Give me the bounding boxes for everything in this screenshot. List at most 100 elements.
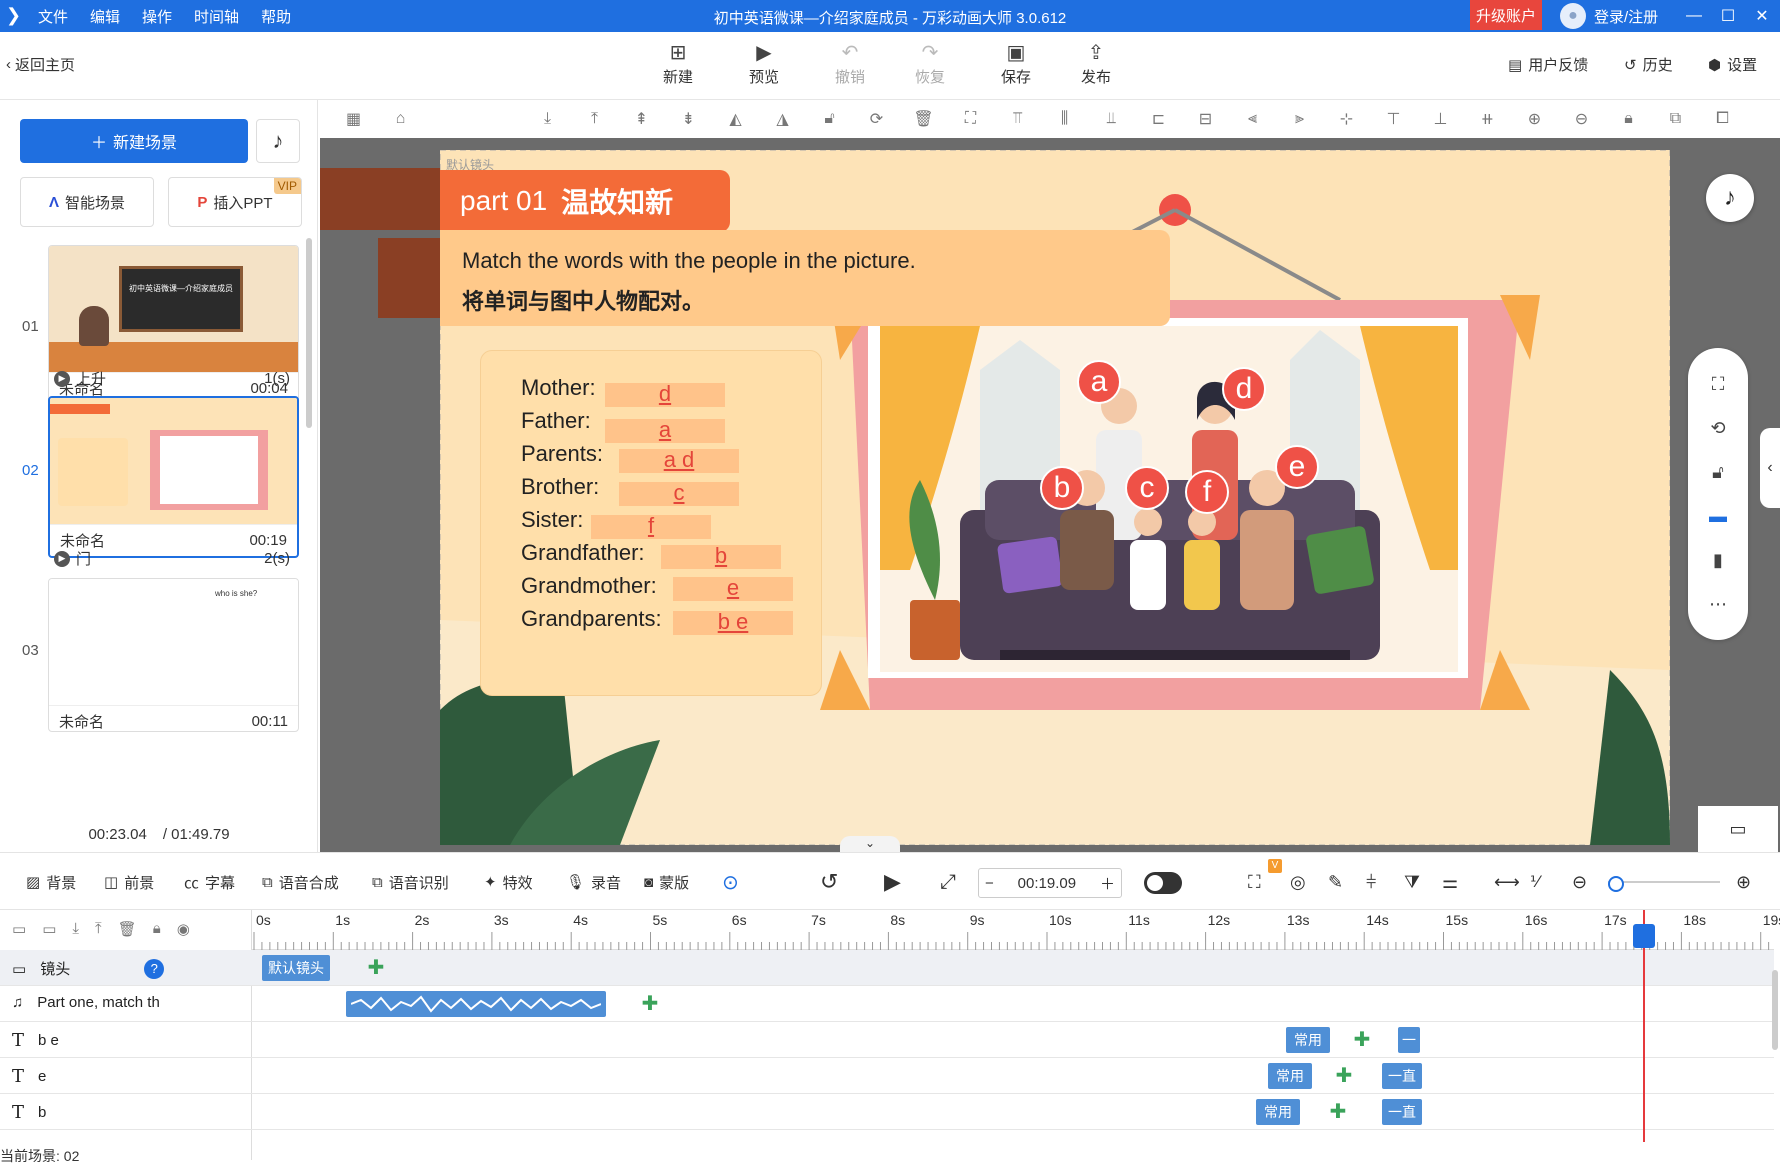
portrait-icon[interactable]: ▮ <box>1713 550 1723 571</box>
scene-card-03[interactable]: who is she? 未命名 00:11 <box>48 578 299 732</box>
redo-button[interactable]: ↷ 恢复 <box>900 40 960 87</box>
paste-icon[interactable]: ⧠ <box>1699 110 1746 128</box>
feedback-button[interactable]: ▤ 用户反馈 <box>1508 54 1588 75</box>
zoom-in-timeline-icon[interactable]: ⊕ <box>1736 853 1751 911</box>
save-button[interactable]: ▣ 保存 <box>986 40 1046 87</box>
lock-track-icon[interactable]: 🔒︎ <box>153 920 161 938</box>
decrease-time-icon[interactable]: − <box>985 875 994 892</box>
align-left2-icon[interactable]: ⫷ <box>1229 110 1276 128</box>
mask-button[interactable]: ◙ 蒙版 <box>644 853 689 911</box>
music-button[interactable]: ♪ <box>256 119 300 163</box>
align-right-icon[interactable]: ⫸ <box>1276 110 1323 128</box>
crop-icon[interactable]: ⛶ <box>947 110 994 128</box>
background-button[interactable]: ▨ 背景 <box>26 853 76 911</box>
bring-forward-icon[interactable]: ⇞ <box>618 109 665 129</box>
collapse-right-icon[interactable]: ‹ <box>1760 428 1780 508</box>
audio-clip[interactable] <box>346 991 606 1017</box>
tts-button[interactable]: ⧉ 语音合成 <box>262 853 339 911</box>
answer-box[interactable]: c <box>619 482 739 506</box>
menu-edit[interactable]: 编辑 <box>90 6 120 27</box>
rewind-icon[interactable]: ↺ <box>820 853 838 911</box>
undo-button[interactable]: ↶ 撤销 <box>820 40 880 87</box>
rotate-screen-icon[interactable]: ⟲ <box>1710 418 1725 439</box>
enter-clip[interactable]: 常用 <box>1268 1063 1312 1089</box>
split-icon[interactable]: ⫩ <box>1366 853 1376 911</box>
history-button[interactable]: ↺ 历史 <box>1624 54 1673 75</box>
time-ruler[interactable]: 0s 1s 2s 3s 4s 5s 6s 7s 8s 9s 10s 11s 12s 13s 14s 15s 16… <box>252 910 1780 950</box>
record-button[interactable]: 🎙︎ 录音 <box>566 853 621 911</box>
new-button[interactable]: ⊞ 新建 <box>648 40 708 87</box>
publish-button[interactable]: ⇪ 发布 <box>1066 40 1126 87</box>
marker-c[interactable]: c <box>1125 466 1169 510</box>
answer-box[interactable]: b <box>661 545 781 569</box>
delete-track-icon[interactable]: 🗑︎ <box>118 920 137 938</box>
answer-box[interactable]: a d <box>619 449 739 473</box>
layout-icon[interactable]: ▦ <box>330 109 377 129</box>
transition-item[interactable]: ▶ 门 2(s) <box>54 548 290 569</box>
menu-help[interactable]: 帮助 <box>261 6 291 27</box>
marker-e[interactable]: e <box>1275 445 1319 489</box>
answer-box[interactable]: d <box>605 383 725 407</box>
login-button[interactable]: ● 登录/注册 <box>1560 3 1658 29</box>
minimize-icon[interactable]: — <box>1682 4 1706 28</box>
move-up-icon[interactable]: ⤒ <box>571 110 618 128</box>
lock-icon[interactable]: 🔓︎ <box>806 110 853 128</box>
zoom-in-icon[interactable]: ⊕ <box>1511 109 1558 129</box>
help-icon[interactable]: ? <box>144 958 165 979</box>
move-up-track-icon[interactable]: ⤒ <box>95 920 102 938</box>
maximize-icon[interactable]: ☐ <box>1716 4 1740 28</box>
insert-ppt-button[interactable]: P 插入PPT VIP <box>168 177 302 227</box>
home-icon[interactable]: ⌂ <box>377 110 424 128</box>
rotate-icon[interactable]: ⟳ <box>853 109 900 129</box>
expand-panel-icon[interactable]: ⌄ <box>840 836 900 852</box>
fullscreen-icon[interactable]: ⤢ <box>940 853 956 911</box>
more-tools-icon[interactable]: ⊙ <box>722 853 739 911</box>
exit-clip[interactable]: 一 <box>1398 1027 1420 1053</box>
distribute-h-icon[interactable]: ⊟ <box>1182 109 1229 129</box>
copy-icon[interactable]: ⧉ <box>1652 110 1699 128</box>
exit-clip[interactable]: 一直 <box>1382 1063 1422 1089</box>
menu-operate[interactable]: 操作 <box>142 6 172 27</box>
camera-clip[interactable]: 默认镜头 <box>262 955 330 981</box>
adjust-icon[interactable]: ⚌ <box>1442 853 1458 911</box>
align-bottom-icon[interactable]: ⫫ <box>1088 110 1135 128</box>
close-icon[interactable]: ✕ <box>1750 4 1774 28</box>
fit-width-icon[interactable]: ⟷ <box>1494 853 1520 911</box>
send-backward-icon[interactable]: ⇟ <box>665 109 712 129</box>
track-audio[interactable]: ♫ Part one, match th ✚ <box>0 986 1774 1022</box>
one-to-one-icon[interactable]: ⅟ <box>1530 853 1539 911</box>
marker-f[interactable]: f <box>1185 470 1229 514</box>
scene-card-02[interactable]: 未命名 00:19 <box>48 396 299 558</box>
answer-box[interactable]: b e <box>673 611 793 635</box>
menu-timeline[interactable]: 时间轴 <box>194 6 239 27</box>
answer-box[interactable]: a <box>605 419 725 443</box>
background-music-button[interactable]: ♪ <box>1706 174 1754 222</box>
unlock-icon[interactable]: 🔓︎ <box>1712 462 1724 483</box>
upgrade-button[interactable]: 升级账户 <box>1470 0 1542 30</box>
effects-button[interactable]: ✦ 特效 <box>484 853 533 911</box>
track-camera[interactable]: ▭ 镜头 ? 默认镜头 ✚ <box>0 950 1774 986</box>
center-icon[interactable]: ⊹ <box>1323 109 1370 129</box>
answer-box[interactable]: f <box>591 515 711 539</box>
menu-file[interactable]: 文件 <box>38 6 68 27</box>
keyframe-add-icon[interactable]: ✚ <box>1334 1066 1354 1086</box>
playhead-handle[interactable] <box>1633 924 1655 948</box>
new-scene-button[interactable]: ＋ 新建场景 <box>20 119 248 163</box>
increase-time-icon[interactable]: ＋ <box>1100 873 1115 894</box>
add-folder-icon[interactable]: ▭ <box>12 920 26 938</box>
move-down-track-icon[interactable]: ⤓ <box>72 920 79 938</box>
top-align-icon[interactable]: ⊤ <box>1370 109 1417 129</box>
enter-clip[interactable]: 常用 <box>1256 1099 1300 1125</box>
scene-list-scrollbar[interactable] <box>306 238 312 428</box>
zoom-out-timeline-icon[interactable]: ⊖ <box>1572 853 1587 911</box>
camera-icon[interactable]: ◎ <box>1290 853 1306 911</box>
marker-d[interactable]: d <box>1222 367 1266 411</box>
exit-clip[interactable]: 一直 <box>1382 1099 1422 1125</box>
edit-icon[interactable]: ✎ <box>1328 853 1343 911</box>
distribute-v-icon[interactable]: ⧺ <box>1464 109 1511 129</box>
timeline-zoom-slider[interactable] <box>1608 876 1720 892</box>
marker-a[interactable]: a <box>1077 360 1121 404</box>
keyframe-add-icon[interactable]: ✚ <box>366 958 386 978</box>
eye-icon[interactable]: ◉ <box>177 920 190 938</box>
flip-vertical-icon[interactable]: ◮ <box>759 109 806 129</box>
